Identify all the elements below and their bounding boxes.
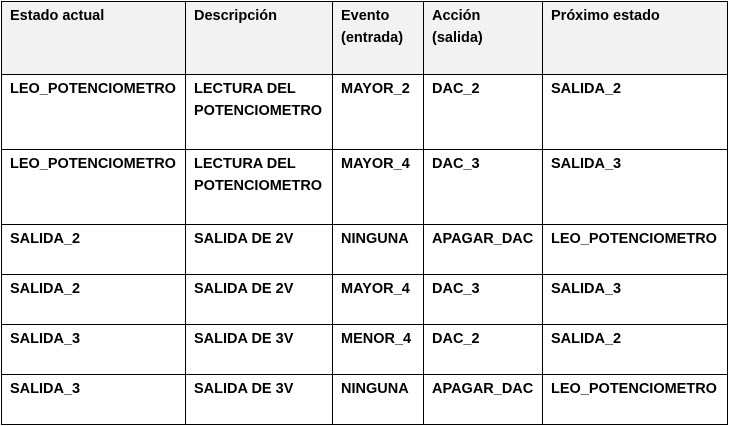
table-header: Estado actual Descripción Evento (entrad… <box>1 1 728 75</box>
cell-estado-actual: LEO_POTENCIOMETRO <box>1 149 186 225</box>
cell-estado-actual: LEO_POTENCIOMETRO <box>1 74 186 150</box>
cell-descripcion: SALIDA DE 2V <box>185 224 333 275</box>
cell-proximo-estado: LEO_POTENCIOMETRO <box>542 224 728 275</box>
cell-estado-actual: SALIDA_2 <box>1 224 186 275</box>
cell-estado-actual: SALIDA_2 <box>1 274 186 325</box>
cell-descripcion: SALIDA DE 3V <box>185 374 333 425</box>
state-transition-table: Estado actual Descripción Evento (entrad… <box>1 1 728 425</box>
header-descripcion: Descripción <box>185 1 333 75</box>
table-row: SALIDA_2 SALIDA DE 2V MAYOR_4 DAC_3 SALI… <box>1 274 728 325</box>
cell-proximo-estado: LEO_POTENCIOMETRO <box>542 374 728 425</box>
header-evento: Evento (entrada) <box>332 1 424 75</box>
cell-proximo-estado: SALIDA_2 <box>542 74 728 150</box>
cell-descripcion: LECTURA DEL POTENCIOMETRO <box>185 149 333 225</box>
cell-descripcion: LECTURA DEL POTENCIOMETRO <box>185 74 333 150</box>
cell-descripcion: SALIDA DE 2V <box>185 274 333 325</box>
cell-proximo-estado: SALIDA_3 <box>542 149 728 225</box>
cell-accion: DAC_3 <box>423 149 543 225</box>
cell-accion: DAC_2 <box>423 74 543 150</box>
header-estado-actual: Estado actual <box>1 1 186 75</box>
cell-accion: DAC_3 <box>423 274 543 325</box>
cell-evento: NINGUNA <box>332 374 424 425</box>
cell-accion: APAGAR_DAC <box>423 224 543 275</box>
table-row: LEO_POTENCIOMETRO LECTURA DEL POTENCIOME… <box>1 149 728 225</box>
cell-accion: APAGAR_DAC <box>423 374 543 425</box>
table-row: SALIDA_2 SALIDA DE 2V NINGUNA APAGAR_DAC… <box>1 224 728 275</box>
table-row: SALIDA_3 SALIDA DE 3V NINGUNA APAGAR_DAC… <box>1 374 728 425</box>
cell-proximo-estado: SALIDA_3 <box>542 274 728 325</box>
header-accion: Acción (salida) <box>423 1 543 75</box>
table-row: SALIDA_3 SALIDA DE 3V MENOR_4 DAC_2 SALI… <box>1 324 728 375</box>
cell-accion: DAC_2 <box>423 324 543 375</box>
table-body: LEO_POTENCIOMETRO LECTURA DEL POTENCIOME… <box>1 74 728 425</box>
table-row: LEO_POTENCIOMETRO LECTURA DEL POTENCIOME… <box>1 74 728 150</box>
cell-evento: NINGUNA <box>332 224 424 275</box>
cell-evento: MENOR_4 <box>332 324 424 375</box>
cell-evento: MAYOR_2 <box>332 74 424 150</box>
cell-evento: MAYOR_4 <box>332 274 424 325</box>
cell-estado-actual: SALIDA_3 <box>1 324 186 375</box>
header-proximo-estado: Próximo estado <box>542 1 728 75</box>
header-row: Estado actual Descripción Evento (entrad… <box>1 1 728 75</box>
cell-proximo-estado: SALIDA_2 <box>542 324 728 375</box>
cell-descripcion: SALIDA DE 3V <box>185 324 333 375</box>
cell-evento: MAYOR_4 <box>332 149 424 225</box>
cell-estado-actual: SALIDA_3 <box>1 374 186 425</box>
